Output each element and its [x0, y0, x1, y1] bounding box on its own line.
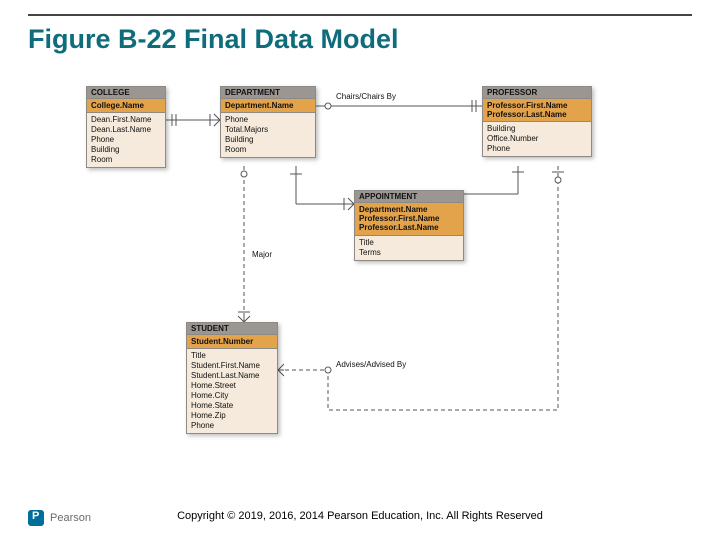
entity-appointment-pk: Department.Name Professor.First.Name Pro…	[355, 203, 463, 236]
entity-professor-pk: Professor.First.Name Professor.Last.Name	[483, 99, 591, 122]
rel-major-label: Major	[252, 250, 272, 259]
entity-department-title: DEPARTMENT	[221, 87, 315, 99]
entity-college-title: COLLEGE	[87, 87, 165, 99]
entity-professor: PROFESSOR Professor.First.Name Professor…	[482, 86, 592, 157]
figure-title: Figure B-22 Final Data Model	[28, 24, 399, 55]
entity-appointment-attrs: Title Terms	[355, 236, 463, 260]
copyright-footer: Copyright © 2019, 2016, 2014 Pearson Edu…	[0, 510, 720, 522]
header-rule	[28, 14, 692, 16]
entity-appointment-title: APPOINTMENT	[355, 191, 463, 203]
entity-appointment: APPOINTMENT Department.Name Professor.Fi…	[354, 190, 464, 261]
entity-student-pk: Student.Number	[187, 335, 277, 349]
entity-department: DEPARTMENT Department.Name Phone Total.M…	[220, 86, 316, 158]
entity-student: STUDENT Student.Number Title Student.Fir…	[186, 322, 278, 434]
entity-student-attrs: Title Student.First.Name Student.Last.Na…	[187, 349, 277, 433]
erd-stage: COLLEGE College.Name Dean.First.Name Dea…	[28, 70, 692, 480]
entity-student-title: STUDENT	[187, 323, 277, 335]
entity-professor-title: PROFESSOR	[483, 87, 591, 99]
rel-advises-label: Advises/Advised By	[336, 360, 406, 369]
entity-college-attrs: Dean.First.Name Dean.Last.Name Phone Bui…	[87, 113, 165, 167]
entity-college: COLLEGE College.Name Dean.First.Name Dea…	[86, 86, 166, 168]
entity-department-pk: Department.Name	[221, 99, 315, 113]
entity-department-attrs: Phone Total.Majors Building Room	[221, 113, 315, 157]
entity-college-pk: College.Name	[87, 99, 165, 113]
entity-professor-attrs: Building Office.Number Phone	[483, 122, 591, 156]
rel-chairs-label: Chairs/Chairs By	[336, 92, 396, 101]
